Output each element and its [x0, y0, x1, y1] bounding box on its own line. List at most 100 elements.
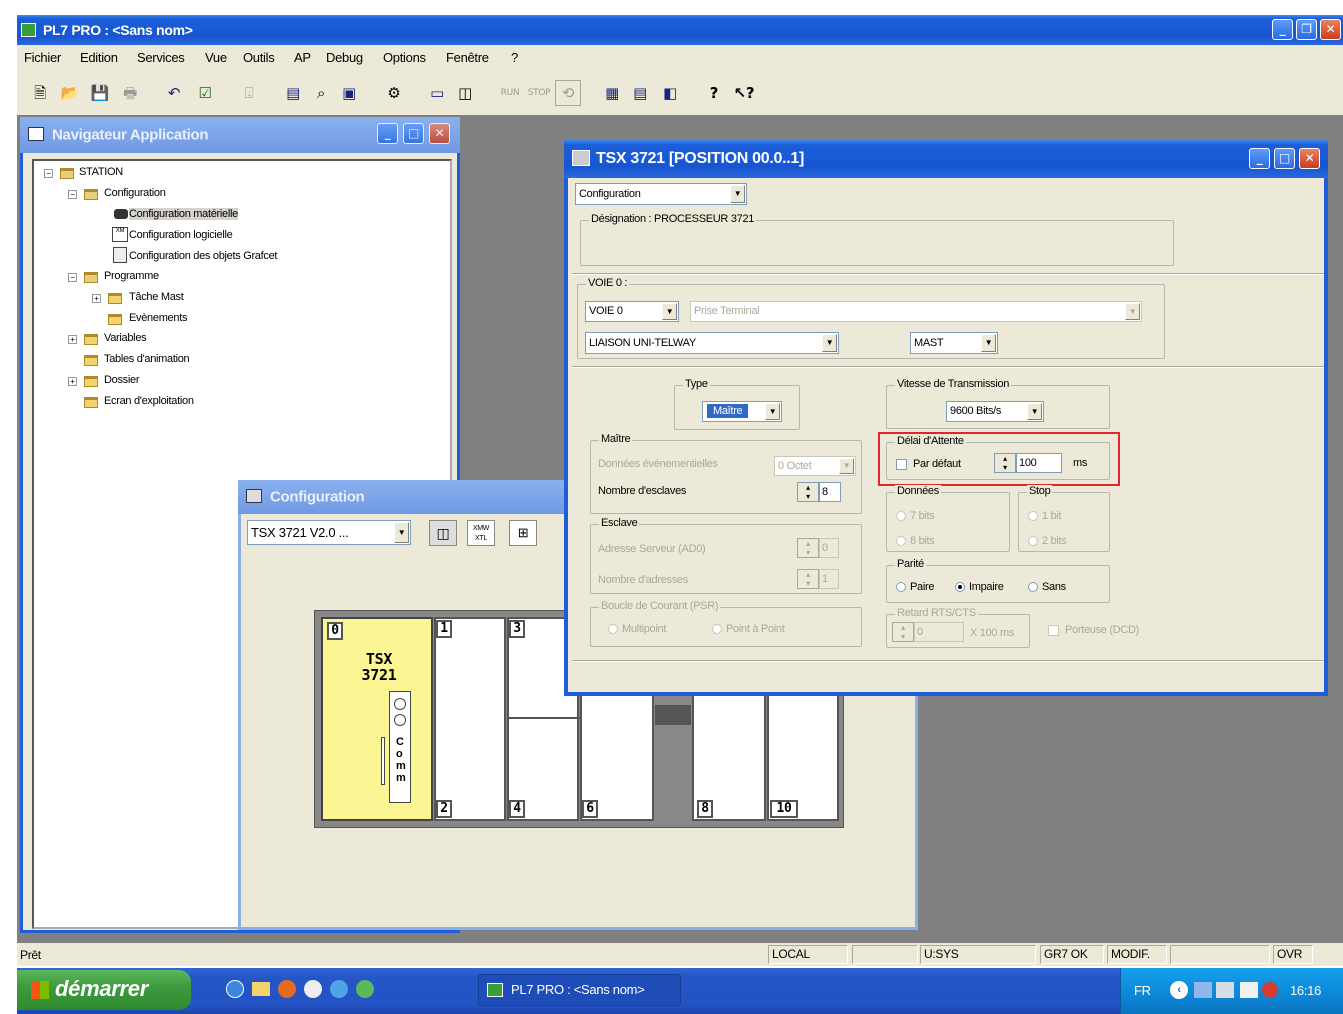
- quicklaunch-ie-icon[interactable]: [330, 980, 348, 998]
- validate-icon[interactable]: ☑: [192, 80, 218, 106]
- menu-help[interactable]: ?: [511, 50, 518, 65]
- chevron-down-icon[interactable]: ▼: [394, 522, 409, 543]
- chevron-down-icon[interactable]: ▼: [822, 334, 837, 352]
- navigator-close-button[interactable]: ✕: [429, 123, 450, 144]
- connect-icon[interactable]: ◫: [452, 80, 478, 106]
- processor-module[interactable]: 0 TSX 3721 C o m m: [321, 617, 433, 821]
- navigator-title-bar[interactable]: Navigateur Application _ □ ✕: [20, 117, 460, 153]
- tsx-close-button[interactable]: ✕: [1299, 148, 1320, 169]
- menu-vue[interactable]: Vue: [205, 50, 227, 65]
- minimize-button[interactable]: _: [1272, 19, 1293, 40]
- delai-field[interactable]: 100: [1016, 453, 1062, 473]
- new-icon[interactable]: 🗎: [27, 80, 53, 106]
- quicklaunch-chrome-icon[interactable]: [356, 980, 374, 998]
- par-defaut-checkbox[interactable]: Par défaut: [896, 458, 961, 470]
- delai-spinner[interactable]: ▴ ▾: [994, 453, 1016, 473]
- zoom-icon[interactable]: ◫: [429, 520, 457, 546]
- tree-variables[interactable]: Variables: [104, 332, 147, 344]
- run-icon[interactable]: RUN: [497, 80, 523, 106]
- vitesse-select[interactable]: 9600 Bits/s ▼: [946, 401, 1044, 422]
- xtel-icon[interactable]: XMW XTL: [467, 520, 495, 546]
- tree-station[interactable]: STATION: [79, 166, 123, 178]
- slot-1-2[interactable]: [434, 617, 506, 821]
- close-button[interactable]: ✕: [1320, 19, 1341, 40]
- liaison-select[interactable]: LIAISON UNI-TELWAY ▼: [585, 332, 839, 354]
- tsx-minimize-button[interactable]: _: [1249, 148, 1270, 169]
- menu-services[interactable]: Services: [137, 50, 185, 65]
- menu-outils[interactable]: Outils: [243, 50, 275, 65]
- parite-sans-radio[interactable]: Sans: [1028, 581, 1066, 593]
- tree-config-logicielle[interactable]: Configuration logicielle: [129, 229, 233, 241]
- expand-programme[interactable]: −: [68, 273, 77, 282]
- expand-dossier[interactable]: +: [68, 377, 77, 386]
- menu-ap[interactable]: AP: [294, 50, 311, 65]
- expand-configuration[interactable]: −: [68, 190, 77, 199]
- tile-icon[interactable]: ▤: [627, 80, 653, 106]
- init-icon[interactable]: ⟲: [555, 80, 581, 106]
- chevron-down-icon[interactable]: ▼: [765, 403, 780, 420]
- replace-icon[interactable]: ▣: [336, 80, 362, 106]
- tree-tache-mast[interactable]: Tâche Mast: [129, 291, 184, 303]
- restore-button[interactable]: ❐: [1296, 19, 1317, 40]
- tray-expand-icon[interactable]: ‹: [1170, 981, 1188, 999]
- tree-ecran[interactable]: Ecran d'exploitation: [104, 395, 194, 407]
- expand-station[interactable]: −: [44, 169, 53, 178]
- find-icon[interactable]: ⌕: [308, 80, 334, 106]
- print-icon[interactable]: 🖶: [117, 80, 143, 106]
- nb-esclaves-field[interactable]: 8: [819, 482, 841, 502]
- processor-select[interactable]: TSX 3721 V2.0 ... ▼: [247, 520, 411, 545]
- nb-esclaves-spinner[interactable]: ▴ ▾: [797, 482, 819, 502]
- chevron-down-icon[interactable]: ▼: [981, 334, 996, 352]
- task-select[interactable]: MAST ▼: [910, 332, 998, 354]
- list-icon[interactable]: ▦: [599, 80, 625, 106]
- taskbar-task-pl7[interactable]: PL7 PRO : <Sans nom>: [478, 974, 681, 1006]
- save-icon[interactable]: 💾: [87, 80, 113, 106]
- quicklaunch-app-icon[interactable]: [304, 980, 322, 998]
- quicklaunch-folder-icon[interactable]: [252, 982, 270, 996]
- open-icon[interactable]: 📂: [57, 80, 83, 106]
- tree-programme[interactable]: Programme: [104, 270, 159, 282]
- chevron-down-icon[interactable]: ▼: [730, 185, 745, 203]
- config-icon[interactable]: ⚙: [381, 80, 407, 106]
- menu-options[interactable]: Options: [383, 50, 426, 65]
- network-icon[interactable]: ⊞: [509, 520, 537, 546]
- tree-config-grafcet[interactable]: Configuration des objets Grafcet: [129, 250, 277, 262]
- app-title-bar[interactable]: PL7 PRO : <Sans nom> _ ❐ ✕: [17, 15, 1343, 45]
- tree-dossier[interactable]: Dossier: [104, 374, 139, 386]
- tree-config-materielle[interactable]: Configuration matérielle: [129, 208, 238, 220]
- menu-debug[interactable]: Debug: [326, 50, 363, 65]
- start-button[interactable]: démarrer: [17, 970, 191, 1010]
- type-select[interactable]: Maître ▼: [702, 401, 782, 422]
- voie-select[interactable]: VOIE 0 ▼: [585, 301, 679, 322]
- language-indicator[interactable]: FR: [1134, 983, 1151, 998]
- help-icon[interactable]: ?: [701, 80, 727, 106]
- tree-configuration[interactable]: Configuration: [104, 187, 166, 199]
- navigator-maximize-button[interactable]: □: [403, 123, 424, 144]
- tsx-dialog-title-bar[interactable]: TSX 3721 [POSITION 00.0..1] _ □ ✕: [564, 140, 1328, 178]
- split-icon[interactable]: ◧: [657, 80, 683, 106]
- chevron-down-icon[interactable]: ▼: [1027, 403, 1042, 420]
- quicklaunch-firefox-icon[interactable]: [278, 980, 296, 998]
- parite-paire-radio[interactable]: Paire: [896, 581, 934, 593]
- chevron-down-icon[interactable]: ▼: [662, 303, 677, 320]
- hardware-config-icon: [114, 209, 128, 219]
- navigator-minimize-button[interactable]: _: [377, 123, 398, 144]
- export-icon[interactable]: ⍗: [236, 80, 262, 106]
- view-select[interactable]: Configuration ▼: [575, 183, 747, 205]
- expand-variables[interactable]: +: [68, 335, 77, 344]
- quicklaunch-explorer-icon[interactable]: [226, 980, 244, 998]
- parite-impaire-radio[interactable]: Impaire: [955, 581, 1004, 593]
- memory-icon[interactable]: ▭: [424, 80, 450, 106]
- tree-evenements[interactable]: Evènements: [129, 312, 187, 324]
- windows-logo-icon: [31, 981, 49, 1000]
- menu-fenetre[interactable]: Fenêtre: [446, 50, 489, 65]
- tsx-maximize-button[interactable]: □: [1274, 148, 1295, 169]
- menu-fichier[interactable]: Fichier: [24, 50, 61, 65]
- expand-tache-mast[interactable]: +: [92, 294, 101, 303]
- tree-tables-animation[interactable]: Tables d'animation: [104, 353, 190, 365]
- window-icon[interactable]: ▤: [280, 80, 306, 106]
- menu-edition[interactable]: Edition: [80, 50, 118, 65]
- context-help-icon[interactable]: ↖?: [731, 80, 757, 106]
- stop-icon[interactable]: STOP: [526, 80, 552, 106]
- undo-icon[interactable]: ↶: [161, 80, 187, 106]
